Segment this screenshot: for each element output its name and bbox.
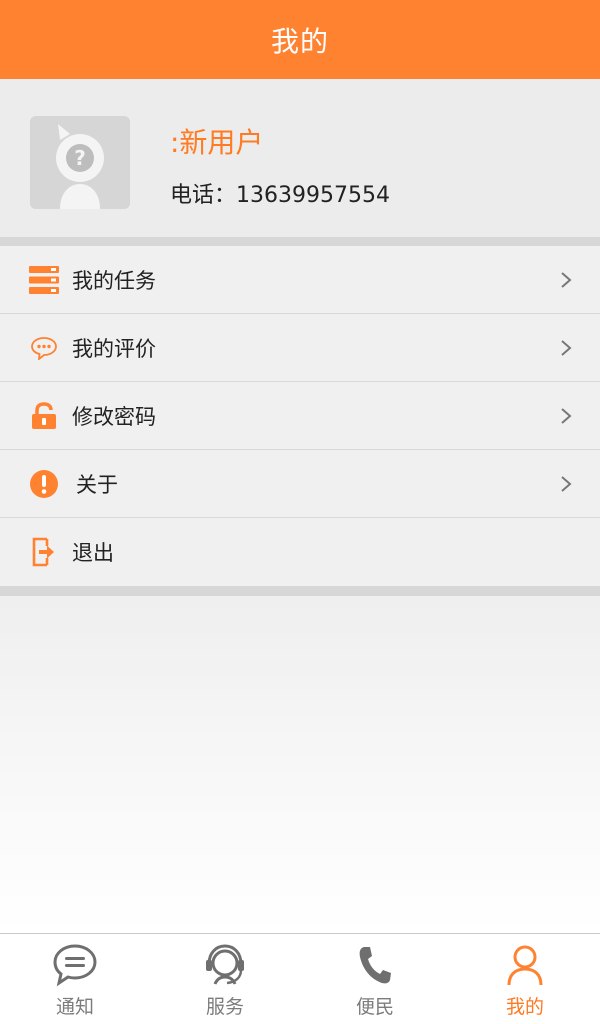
comment-icon — [29, 333, 59, 363]
headset-icon — [201, 942, 249, 988]
tab-mine[interactable]: 我的 — [450, 934, 600, 1024]
menu-item-logout[interactable]: 退出 — [0, 518, 600, 586]
chevron-right-icon — [561, 271, 572, 288]
chevron-right-icon — [561, 475, 572, 492]
chevron-right-icon — [561, 407, 572, 424]
tab-notifications[interactable]: 通知 — [0, 934, 150, 1024]
page-title: 我的 — [270, 24, 329, 58]
menu-item-label: 退出 — [72, 541, 114, 565]
phone-line: 电话：13639957554 — [170, 177, 390, 209]
chat-bubble-icon — [51, 942, 99, 988]
menu-item-label: 关于 — [76, 472, 118, 497]
menu-item-change-password[interactable]: 修改密码 — [0, 382, 600, 450]
unlock-icon — [29, 401, 59, 431]
section-divider — [0, 586, 600, 596]
title-bar: 我的 — [0, 0, 600, 79]
info-alert-icon — [29, 469, 59, 499]
logout-icon — [29, 537, 59, 567]
tab-convenience[interactable]: 便民 — [300, 934, 450, 1024]
menu-item-my-reviews[interactable]: 我的评价 — [0, 314, 600, 382]
menu-list: 我的任务 我的评价 修改密码 关于 退出 — [0, 246, 600, 586]
phone-number: 13639957554 — [236, 183, 390, 208]
tab-label: 服务 — [205, 996, 244, 1018]
tab-label: 我的 — [505, 996, 544, 1018]
tab-services[interactable]: 服务 — [150, 934, 300, 1024]
menu-item-my-tasks[interactable]: 我的任务 — [0, 246, 600, 314]
menu-item-about[interactable]: 关于 — [0, 450, 600, 518]
menu-item-label: 我的任务 — [72, 268, 156, 293]
chevron-right-icon — [561, 339, 572, 356]
default-avatar-icon: ? — [30, 116, 130, 209]
task-list-icon — [29, 265, 59, 295]
svg-text:?: ? — [74, 146, 86, 170]
menu-item-label: 我的评价 — [72, 336, 156, 361]
phone-label: 电话： — [170, 183, 237, 208]
profile-card[interactable]: ? :新用户 电话：13639957554 — [0, 79, 600, 237]
bottom-tab-bar: 通知 服务 便民 我的 — [0, 933, 600, 1024]
phone-icon — [351, 942, 399, 988]
menu-item-label: 修改密码 — [72, 404, 156, 429]
username: :新用户 — [170, 126, 264, 159]
avatar[interactable]: ? — [30, 116, 130, 209]
tab-label: 便民 — [355, 996, 394, 1018]
tab-label: 通知 — [55, 996, 94, 1018]
person-icon — [501, 942, 549, 988]
